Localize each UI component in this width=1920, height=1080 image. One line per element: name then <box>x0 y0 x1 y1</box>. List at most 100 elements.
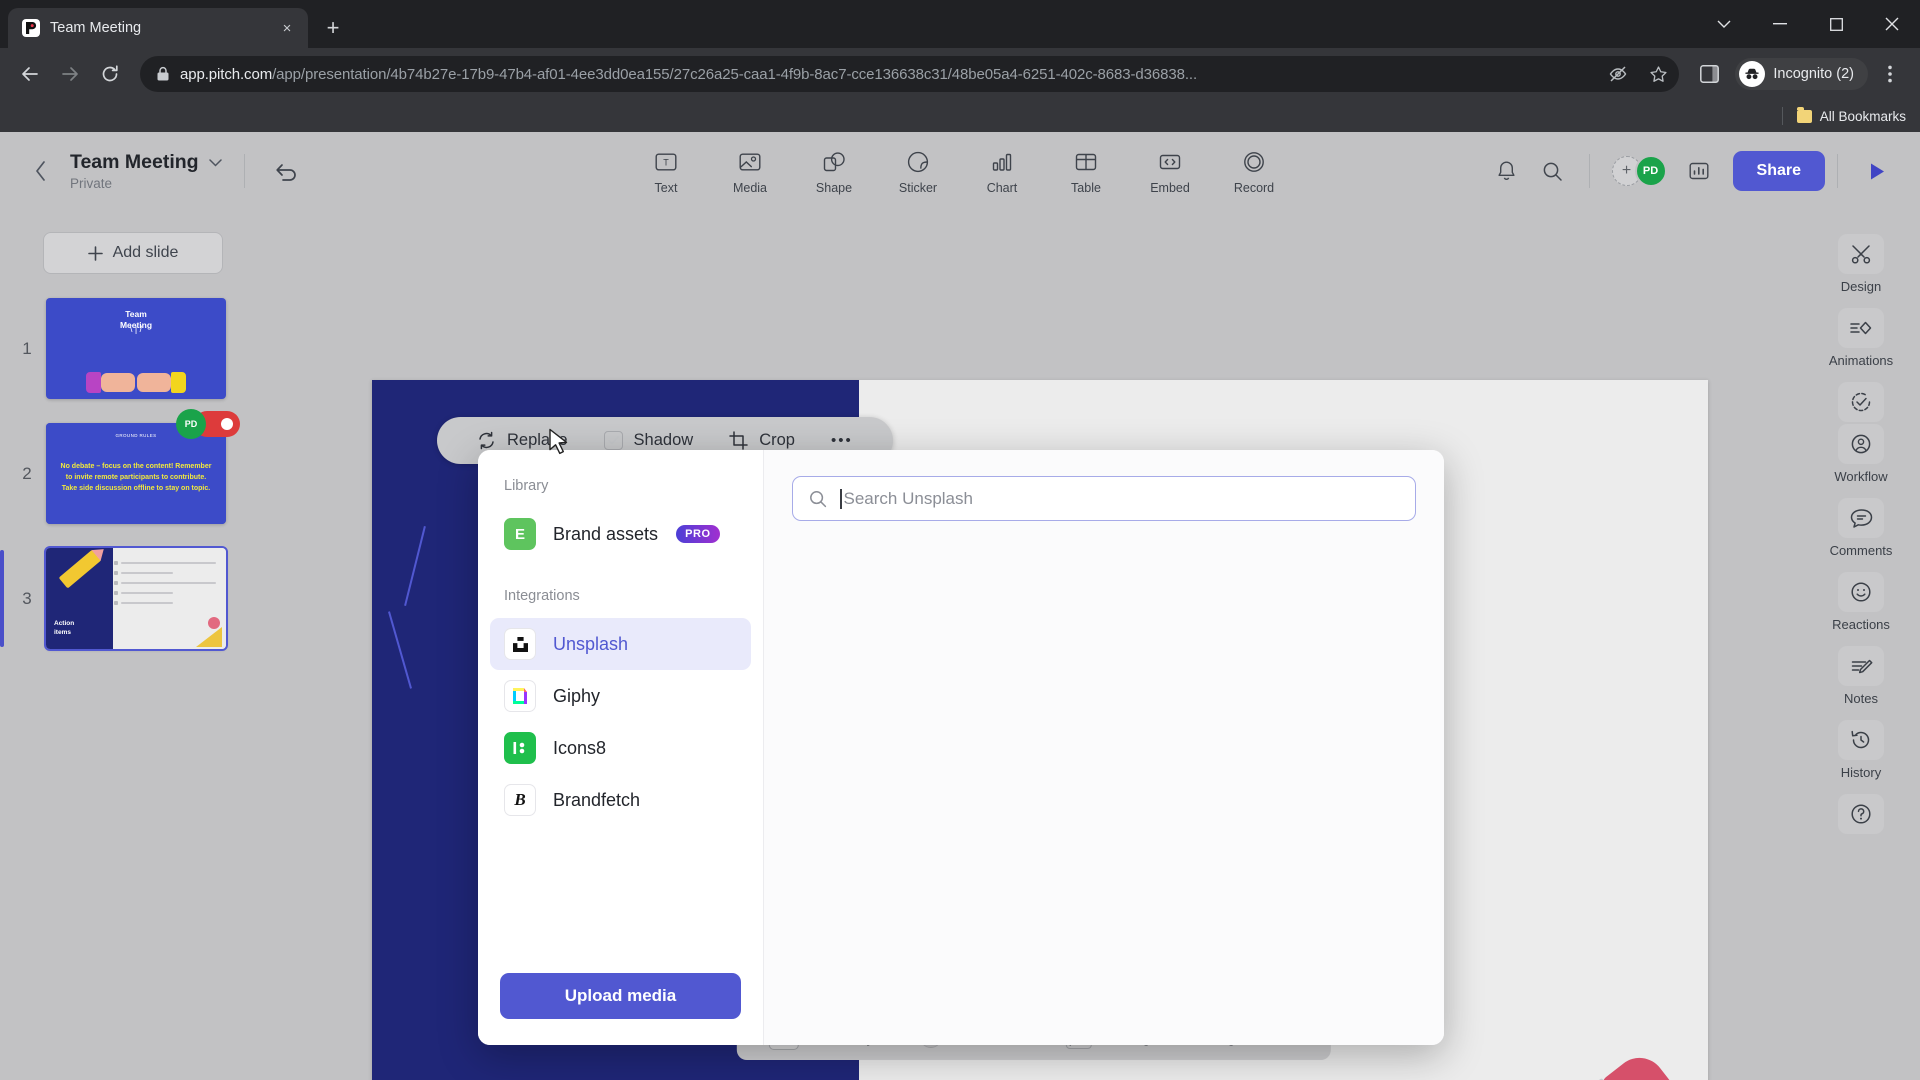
all-bookmarks-button[interactable]: All Bookmarks <box>1796 106 1906 124</box>
sidebar-item-design[interactable]: Design <box>1811 234 1911 294</box>
sidebar-item-help[interactable] <box>1811 794 1911 839</box>
brandfetch-icon: B <box>504 784 536 816</box>
sidebar-item-notes[interactable]: Notes <box>1811 646 1911 706</box>
browser-tab[interactable]: Team Meeting × <box>8 8 308 48</box>
code-embed-icon <box>1159 148 1181 176</box>
add-slide-label: Add slide <box>112 244 179 261</box>
sidebar-item-comments[interactable]: Comments <box>1811 498 1911 558</box>
bookmarks-bar: All Bookmarks <box>0 100 1920 132</box>
forward-icon[interactable] <box>52 56 88 92</box>
app-header: Team Meeting Private T Text Media Shape … <box>0 132 1920 210</box>
address-bar[interactable]: app.pitch.com/app/presentation/4b74b27e-… <box>140 56 1680 92</box>
search-input[interactable]: Search Unsplash <box>792 476 1416 521</box>
search-icon[interactable] <box>1533 151 1573 191</box>
sidebar-label: Reactions <box>1832 617 1890 632</box>
animation-icon <box>1838 308 1884 348</box>
sparkle-decoration: \ | / <box>129 324 143 334</box>
shadow-label: Shadow <box>633 431 694 449</box>
pro-badge: PRO <box>676 525 720 543</box>
slide-preview[interactable]: GROUND RULES No debate – focus on the co… <box>46 409 240 524</box>
recording-badge[interactable]: PD <box>176 409 240 439</box>
avatar[interactable]: PD <box>1634 155 1667 187</box>
icons8-icon <box>504 732 536 764</box>
help-question-icon <box>1838 794 1884 834</box>
close-icon[interactable]: × <box>276 17 298 39</box>
tool-text[interactable]: T Text <box>637 148 695 195</box>
play-triangle-icon[interactable] <box>1856 151 1898 191</box>
workflow-icons <box>1838 382 1884 464</box>
side-panel-icon[interactable] <box>1691 56 1727 92</box>
image-more-button[interactable]: ••• <box>813 432 871 449</box>
header-actions: + PD Share <box>1487 151 1898 191</box>
tool-sticker[interactable]: Sticker <box>889 148 947 195</box>
undo-arrow-icon[interactable] <box>267 152 305 190</box>
shadow-toggle[interactable]: Shadow <box>586 431 712 450</box>
slide-preview[interactable]: Team Meeting \ | / <box>46 298 226 399</box>
analytics-icon[interactable] <box>1679 151 1719 191</box>
tool-embed[interactable]: Embed <box>1141 148 1199 195</box>
tool-media[interactable]: Media <box>721 148 779 195</box>
minimize-button[interactable] <box>1752 2 1808 46</box>
tool-chart[interactable]: Chart <box>973 148 1031 195</box>
eye-off-icon[interactable] <box>1603 59 1633 89</box>
page-title: Team Meeting <box>70 151 222 174</box>
slide-number: 3 <box>22 588 32 608</box>
sticker-icon <box>907 148 929 176</box>
giphy-label: Giphy <box>553 685 601 706</box>
icons8-label: Icons8 <box>553 737 607 758</box>
tool-label: Chart <box>986 180 1018 195</box>
media-source-giphy[interactable]: Giphy <box>490 670 751 722</box>
share-button[interactable]: Share <box>1732 151 1825 191</box>
chevron-left-icon[interactable] <box>26 156 56 186</box>
svg-text:T: T <box>663 157 669 167</box>
kebab-menu-icon[interactable] <box>1872 56 1908 92</box>
maximize-button[interactable] <box>1808 2 1864 46</box>
reload-icon[interactable] <box>92 56 128 92</box>
media-source-brand-assets[interactable]: E Brand assets PRO <box>490 508 751 560</box>
checkbox-icon[interactable] <box>603 431 623 450</box>
upload-media-button[interactable]: Upload media <box>500 973 741 1019</box>
sidebar-item-reactions[interactable]: Reactions <box>1811 572 1911 632</box>
media-source-unsplash[interactable]: Unsplash <box>490 618 751 670</box>
chevron-down-icon[interactable] <box>1696 2 1752 46</box>
slide-thumbnail-item[interactable]: 3 Action items <box>0 546 266 651</box>
design-scissors-icon <box>1838 234 1884 274</box>
slide-thumbnail-item[interactable]: 2 GROUND RULES No debate – focus on the … <box>0 409 266 524</box>
media-source-brandfetch[interactable]: B Brandfetch <box>490 774 751 826</box>
back-icon[interactable] <box>12 56 48 92</box>
slide-number: 1 <box>22 338 32 358</box>
divider <box>1781 107 1783 125</box>
bar-chart-icon <box>991 148 1013 176</box>
tool-shape[interactable]: Shape <box>805 148 863 195</box>
star-icon[interactable] <box>1643 59 1673 89</box>
browser-window: Team Meeting × + app.pitch.com/app/prese… <box>0 0 1920 1080</box>
profile-chip[interactable]: Incognito (2) <box>1735 58 1868 90</box>
new-tab-button[interactable]: + <box>316 11 350 45</box>
crop-label: Crop <box>759 431 795 449</box>
media-picker-results: Search Unsplash <box>764 450 1444 1045</box>
tool-table[interactable]: Table <box>1057 148 1115 195</box>
close-window-button[interactable] <box>1864 2 1920 46</box>
comment-bubble-icon <box>1838 498 1884 538</box>
sidebar-item-workflow[interactable]: Workflow <box>1811 382 1911 484</box>
tab-title: Team Meeting <box>50 20 142 36</box>
sidebar-item-history[interactable]: History <box>1811 720 1911 780</box>
bell-icon[interactable] <box>1487 151 1527 191</box>
deck-meta[interactable]: Team Meeting Private <box>70 151 222 191</box>
slide-preview[interactable]: Action items <box>44 546 228 651</box>
sidebar-item-animations[interactable]: Animations <box>1811 308 1911 368</box>
assignee-icon[interactable] <box>1838 424 1884 464</box>
pencil-decoration <box>196 627 222 647</box>
pencil-illustration[interactable] <box>1275 1047 1718 1080</box>
status-check-icon[interactable] <box>1838 382 1884 422</box>
slide-title-preview: Action items <box>54 620 75 636</box>
crop-button[interactable]: Crop <box>711 431 813 450</box>
replace-arrows-icon <box>477 431 496 450</box>
brand-assets-icon: E <box>504 518 536 550</box>
tool-label: Embed <box>1150 180 1190 195</box>
media-source-icons8[interactable]: Icons8 <box>490 722 751 774</box>
slide-thumbnail-item[interactable]: 1 Team Meeting \ | / <box>0 298 266 399</box>
tool-record[interactable]: Record <box>1225 148 1283 195</box>
lock-icon <box>156 66 170 82</box>
add-slide-button[interactable]: Add slide <box>43 232 223 274</box>
